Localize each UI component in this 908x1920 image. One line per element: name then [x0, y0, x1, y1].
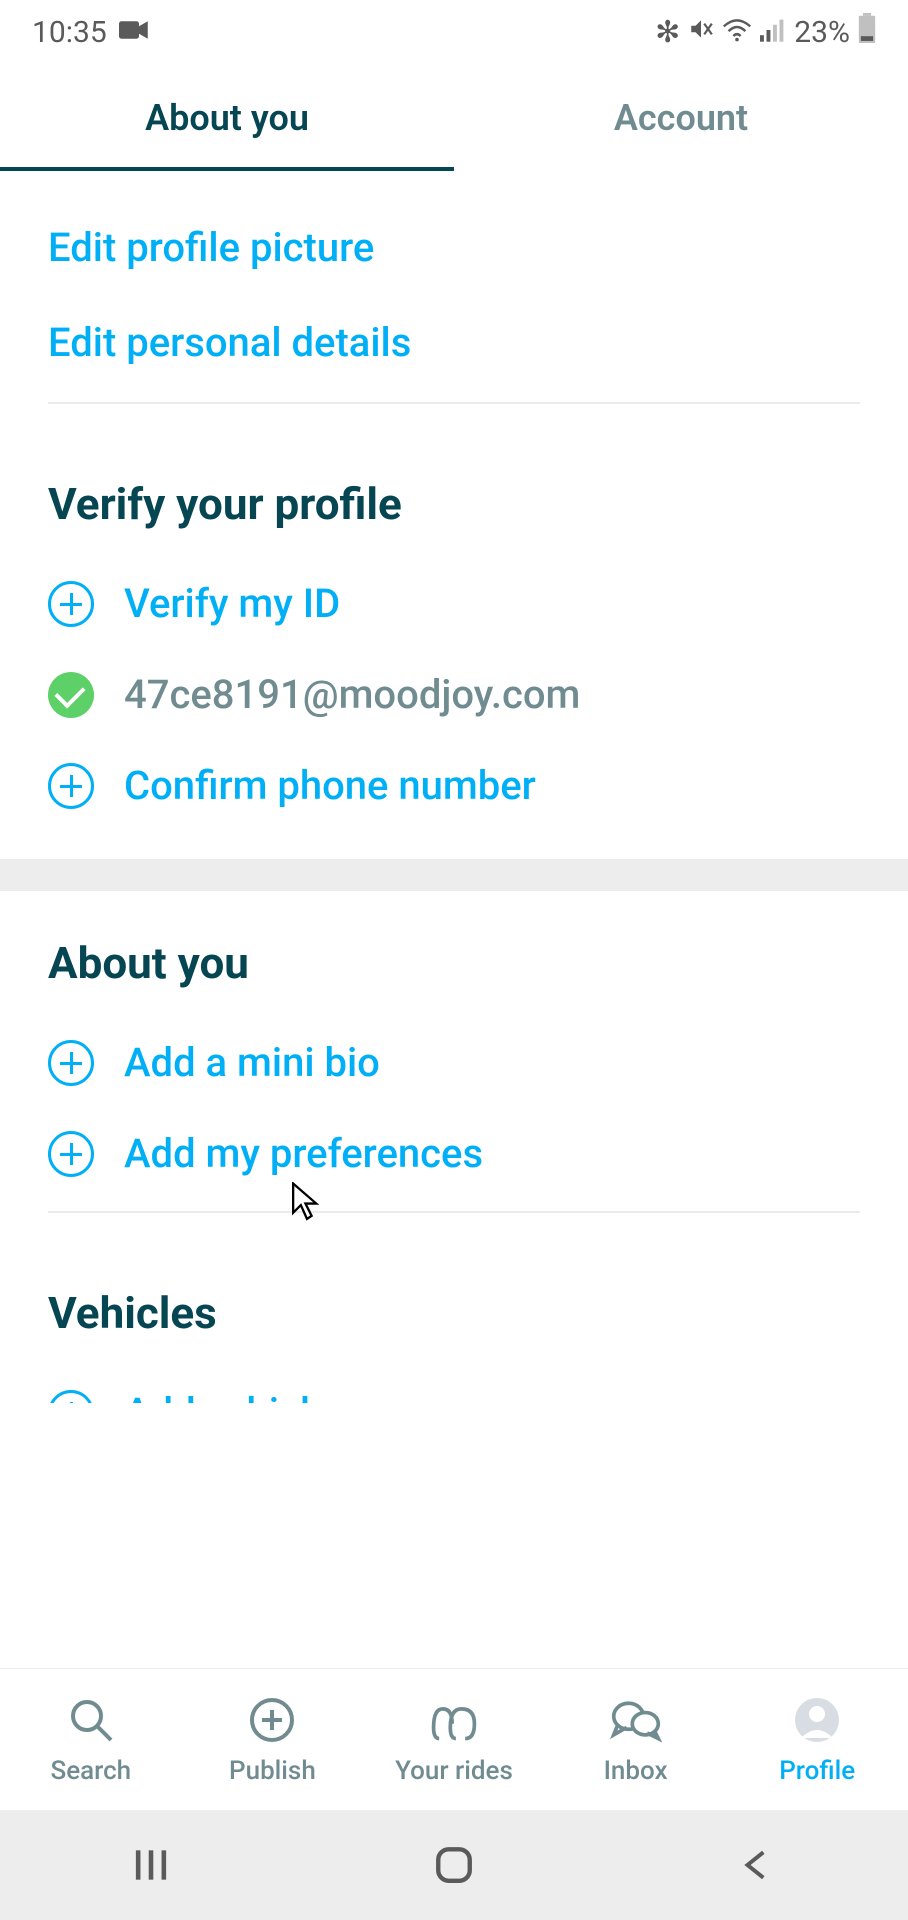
tab-label: About you	[145, 97, 309, 139]
bluetooth-icon: ✻	[655, 15, 680, 50]
signal-icon	[760, 15, 786, 50]
tab-label: Account	[614, 97, 748, 139]
nav-label: Profile	[779, 1756, 855, 1786]
link-label: Edit personal details	[48, 319, 411, 366]
plus-circle-icon	[48, 1131, 94, 1177]
add-vehicle-label: Add vehicle	[124, 1389, 331, 1403]
add-preferences-row[interactable]: Add my preferences	[48, 1108, 860, 1199]
edit-personal-details-link[interactable]: Edit personal details	[48, 295, 860, 390]
add-prefs-label: Add my preferences	[124, 1130, 483, 1177]
add-vehicle-row[interactable]: Add vehicle	[48, 1367, 860, 1403]
vehicles-section: Vehicles Add vehicle	[0, 1241, 908, 1403]
videocam-icon	[119, 15, 149, 50]
divider	[48, 402, 860, 404]
plus-circle-icon	[48, 581, 94, 627]
content: Edit profile picture Edit personal detai…	[0, 172, 908, 1403]
mute-icon	[688, 15, 714, 50]
nav-your-rides[interactable]: Your rides	[363, 1669, 545, 1810]
battery-icon	[858, 13, 876, 51]
nav-inbox[interactable]: Inbox	[545, 1669, 727, 1810]
plus-circle-icon	[48, 1040, 94, 1086]
nav-search[interactable]: Search	[0, 1669, 182, 1810]
verified-email-label: 47ce8191@moodjoy.com	[124, 671, 580, 718]
status-left: 10:35	[32, 15, 149, 50]
tab-account[interactable]: Account	[454, 64, 908, 171]
nav-label: Inbox	[604, 1756, 668, 1786]
battery-percent: 23%	[794, 15, 850, 50]
plus-circle-icon	[48, 763, 94, 809]
divider	[48, 1211, 860, 1213]
section-title: Vehicles	[48, 1287, 860, 1339]
wifi-icon	[722, 15, 752, 50]
bottom-nav: Search Publish Your rides Inbox Profile	[0, 1668, 908, 1810]
section-gap	[0, 859, 908, 891]
edit-links-section: Edit profile picture Edit personal detai…	[0, 172, 908, 432]
nav-label: Your rides	[395, 1756, 513, 1786]
check-circle-icon	[48, 672, 94, 718]
status-bar: 10:35 ✻ 23%	[0, 0, 908, 64]
add-bio-label: Add a mini bio	[124, 1039, 380, 1086]
profile-icon	[791, 1694, 843, 1746]
plus-circle-icon	[48, 1390, 94, 1404]
nav-label: Search	[50, 1756, 131, 1786]
tab-about-you[interactable]: About you	[0, 64, 454, 171]
status-right: ✻ 23%	[655, 13, 876, 51]
sys-home-button[interactable]	[426, 1837, 482, 1893]
sys-recents-button[interactable]	[123, 1837, 179, 1893]
section-title: Verify your profile	[48, 478, 860, 530]
confirm-phone-label: Confirm phone number	[124, 762, 536, 809]
nav-label: Publish	[229, 1756, 316, 1786]
sys-back-button[interactable]	[729, 1837, 785, 1893]
edit-profile-picture-link[interactable]: Edit profile picture	[48, 200, 860, 295]
publish-icon	[246, 1694, 298, 1746]
top-tabs: About you Account	[0, 64, 908, 172]
nav-profile[interactable]: Profile	[726, 1669, 908, 1810]
system-nav-bar	[0, 1810, 908, 1920]
add-mini-bio-row[interactable]: Add a mini bio	[48, 1017, 860, 1108]
verify-id-label: Verify my ID	[124, 580, 340, 627]
about-you-section: About you Add a mini bio Add my preferen…	[0, 891, 908, 1241]
verified-email-row[interactable]: 47ce8191@moodjoy.com	[48, 649, 860, 740]
verify-profile-section: Verify your profile Verify my ID 47ce819…	[0, 432, 908, 859]
verify-id-row[interactable]: Verify my ID	[48, 558, 860, 649]
nav-publish[interactable]: Publish	[182, 1669, 364, 1810]
rides-icon	[428, 1694, 480, 1746]
status-time: 10:35	[32, 15, 107, 50]
link-label: Edit profile picture	[48, 224, 374, 271]
section-title: About you	[48, 937, 860, 989]
search-icon	[65, 1694, 117, 1746]
inbox-icon	[610, 1694, 662, 1746]
confirm-phone-row[interactable]: Confirm phone number	[48, 740, 860, 831]
